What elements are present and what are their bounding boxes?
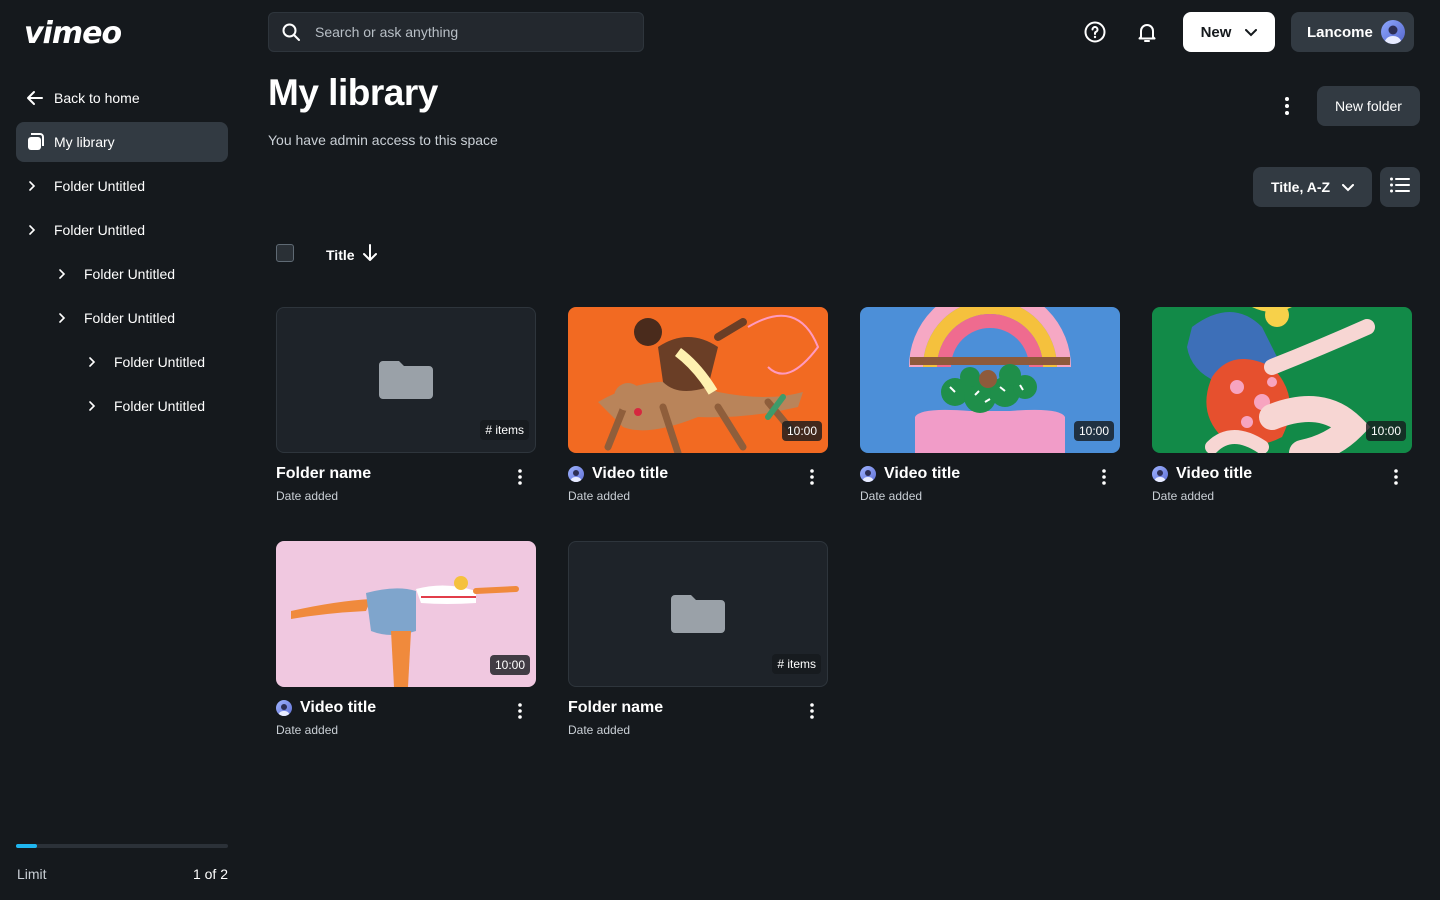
select-all-checkbox[interactable] [276, 244, 294, 262]
arrow-left-icon [16, 88, 54, 108]
sort-by-title-header[interactable]: Title [326, 244, 377, 265]
folder-icon [671, 591, 725, 638]
duration-badge: 10:00 [1365, 421, 1406, 441]
search-icon [281, 22, 303, 42]
vimeo-logo[interactable]: vimeo [24, 16, 122, 51]
avatar [860, 466, 876, 482]
item-title[interactable]: Video title [592, 465, 668, 483]
item-date: Date added [1152, 489, 1215, 503]
avatar [1380, 20, 1405, 44]
chevron-right-icon [54, 269, 70, 279]
avatar [1152, 466, 1168, 482]
sidebar-folder-label: Folder Untitled [54, 178, 146, 194]
sort-label: Title, A-Z [1270, 179, 1331, 195]
sidebar-folder-label: Folder Untitled [84, 310, 176, 326]
more-options-icon[interactable] [802, 699, 822, 723]
chevron-down-icon [1342, 179, 1355, 195]
video-card[interactable]: 10:00 Video title Date added [1152, 307, 1412, 503]
more-options-icon[interactable] [510, 465, 530, 489]
folder-thumbnail[interactable]: # items [568, 541, 828, 687]
item-date: Date added [860, 489, 923, 503]
video-card[interactable]: 10:00 Video title Date added [860, 307, 1120, 503]
library-icon [16, 132, 54, 152]
sidebar-folder-item[interactable]: Folder Untitled [24, 166, 145, 206]
limit-progress-bar [16, 844, 228, 848]
page-subtitle: You have admin access to this space [268, 132, 498, 148]
folder-thumbnail[interactable]: # items [276, 307, 536, 453]
more-options-icon[interactable] [802, 465, 822, 489]
sidebar-folder-label: Folder Untitled [114, 354, 206, 370]
back-to-home-label: Back to home [54, 90, 140, 106]
video-thumbnail[interactable]: 10:00 [1152, 307, 1412, 453]
page-title: My library [268, 72, 438, 113]
chevron-right-icon [24, 225, 40, 235]
help-icon[interactable] [1083, 20, 1107, 44]
sidebar-folder-item[interactable]: Folder Untitled [54, 298, 175, 338]
chevron-right-icon [54, 313, 70, 323]
item-title[interactable]: Video title [884, 465, 960, 483]
item-title[interactable]: Video title [1176, 465, 1252, 483]
limit-label: Limit [17, 866, 47, 882]
item-count-badge: # items [772, 654, 821, 674]
chevron-right-icon [84, 357, 100, 367]
new-folder-button[interactable]: New folder [1317, 86, 1420, 126]
logo-text: vimeo [24, 16, 122, 51]
duration-badge: 10:00 [489, 655, 530, 675]
search-bar[interactable] [268, 12, 644, 52]
item-date: Date added [568, 489, 631, 503]
sidebar-folder-item[interactable]: Folder Untitled [24, 210, 145, 250]
duration-badge: 10:00 [1073, 421, 1114, 441]
avatar [276, 700, 292, 716]
my-library-label: My library [54, 134, 115, 150]
account-name: Lancome [1307, 23, 1373, 41]
sidebar-folder-item[interactable]: Folder Untitled [54, 254, 175, 294]
avatar [568, 466, 584, 482]
duration-badge: 10:00 [781, 421, 822, 441]
video-thumbnail[interactable]: 10:00 [568, 307, 828, 453]
sidebar-folder-label: Folder Untitled [54, 222, 146, 238]
item-date: Date added [568, 723, 631, 737]
sidebar-folder-label: Folder Untitled [84, 266, 176, 282]
item-date: Date added [276, 723, 339, 737]
item-title[interactable]: Folder name [568, 699, 663, 717]
folder-card[interactable]: # items Folder name Date added [276, 307, 536, 503]
column-title-label: Title [326, 246, 355, 263]
sidebar-folder-label: Folder Untitled [114, 398, 206, 414]
list-view-button[interactable] [1380, 167, 1420, 207]
new-button-label: New [1200, 23, 1232, 41]
sidebar-folder-item[interactable]: Folder Untitled [84, 386, 205, 426]
folder-icon [379, 357, 433, 404]
item-count-badge: # items [480, 420, 529, 440]
account-button[interactable]: Lancome [1291, 12, 1414, 52]
list-icon [1390, 177, 1410, 198]
sort-dropdown[interactable]: Title, A-Z [1253, 167, 1372, 207]
new-button[interactable]: New [1183, 12, 1275, 52]
item-date: Date added [276, 489, 339, 503]
limit-progress-fill [16, 844, 38, 848]
video-card[interactable]: 10:00 Video title Date added [276, 541, 536, 737]
chevron-down-icon [1245, 24, 1258, 41]
sidebar-item-my-library[interactable]: My library [16, 122, 228, 162]
more-options-icon[interactable] [1094, 465, 1114, 489]
item-title[interactable]: Video title [300, 699, 376, 717]
item-title[interactable]: Folder name [276, 465, 371, 483]
limit-value: 1 of 2 [192, 866, 228, 882]
search-input[interactable] [315, 24, 615, 40]
video-thumbnail[interactable]: 10:00 [860, 307, 1120, 453]
video-card[interactable]: 10:00 Video title Date added [568, 307, 828, 503]
more-options-icon[interactable] [510, 699, 530, 723]
more-options-icon[interactable] [1386, 465, 1406, 489]
folder-card[interactable]: # items Folder name Date added [568, 541, 828, 737]
sidebar-folder-item[interactable]: Folder Untitled [84, 342, 205, 382]
arrow-down-icon [362, 244, 377, 265]
more-options-icon[interactable] [1275, 94, 1299, 118]
back-to-home-link[interactable]: Back to home [16, 78, 228, 118]
chevron-right-icon [84, 401, 100, 411]
video-thumbnail[interactable]: 10:00 [276, 541, 536, 687]
chevron-right-icon [24, 181, 40, 191]
bell-icon[interactable] [1135, 20, 1159, 44]
